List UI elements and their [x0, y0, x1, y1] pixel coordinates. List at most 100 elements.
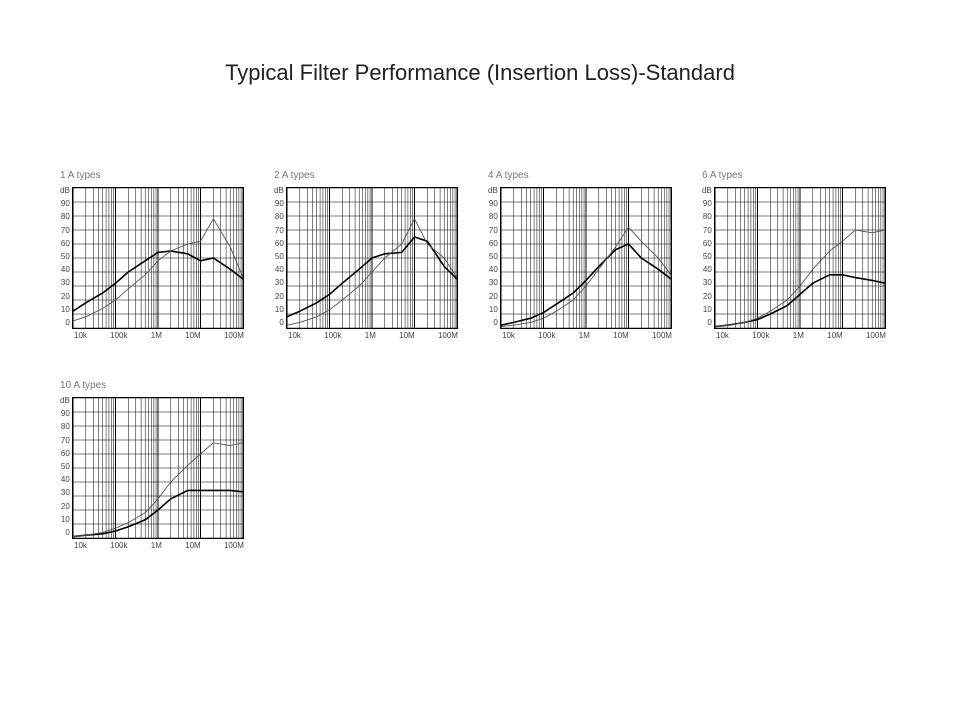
y-axis-ticks: dB 90 80 70 60 50 40 30 20 10 0: [274, 187, 284, 327]
chart-panel: 2 A types dB 90 80 70 60 50 40 30 20 10 0 10k 100k 1M 1…: [274, 170, 458, 340]
y-tick: 40: [60, 266, 70, 274]
y-tick: 30: [60, 489, 70, 497]
x-axis-ticks: 10k 100k 1M 10M 100M: [74, 541, 244, 550]
y-tick: 0: [488, 319, 498, 327]
y-tick: 10: [60, 516, 70, 524]
x-tick: 100M: [652, 331, 672, 340]
chart-panel: 4 A typesdB908070605040302010010k100k1M1…: [488, 170, 672, 340]
x-tick: 100k: [752, 331, 769, 340]
y-axis-ticks: dB9080706050403020100: [60, 187, 70, 327]
y-tick: 0: [702, 319, 712, 327]
x-axis-ticks: 10k 100k 1M 10M 100M: [502, 331, 672, 340]
y-tick: 10: [274, 306, 284, 314]
chart-plot: [72, 187, 244, 329]
charts-row-1: 1 A typesdB908070605040302010010k100k1M1…: [60, 170, 886, 340]
y-tick: 20: [702, 293, 712, 301]
y-tick: 20: [274, 293, 284, 301]
y-tick: 50: [488, 253, 498, 261]
x-tick: 10k: [288, 331, 301, 340]
y-tick: 80: [60, 213, 70, 221]
y-tick: 80: [274, 213, 284, 221]
y-tick: 30: [60, 279, 70, 287]
chart-panel: 1 A typesdB908070605040302010010k100k1M1…: [60, 170, 244, 340]
x-tick: 10M: [613, 331, 629, 340]
x-tick: 10k: [716, 331, 729, 340]
y-tick: 70: [60, 437, 70, 445]
charts-row-2: 10 A typesdB908070605040302010010k100k1M…: [60, 380, 886, 550]
x-tick: 10M: [399, 331, 415, 340]
y-tick: 30: [702, 279, 712, 287]
y-tick: dB: [274, 187, 284, 195]
x-tick: 1M: [579, 331, 590, 340]
x-axis-ticks: 10k 100k 1M 10M 100M: [716, 331, 886, 340]
y-tick: 60: [488, 240, 498, 248]
y-tick: 70: [274, 227, 284, 235]
x-tick: 1M: [365, 331, 376, 340]
x-tick: 100M: [224, 541, 244, 550]
y-tick: 50: [60, 253, 70, 261]
y-tick: 90: [60, 200, 70, 208]
chart-subtitle: 4 A types: [488, 170, 672, 181]
chart-plot: [714, 187, 886, 329]
y-tick: 50: [274, 253, 284, 261]
x-tick: 10k: [74, 541, 87, 550]
chart-panel: 10 A typesdB908070605040302010010k100k1M…: [60, 380, 244, 550]
x-tick: 100k: [110, 541, 127, 550]
page-title: Typical Filter Performance (Insertion Lo…: [0, 60, 960, 86]
x-axis-ticks: 10k100k1M10M100M: [288, 331, 458, 340]
chart-plot: [500, 187, 672, 329]
y-tick: 80: [488, 213, 498, 221]
y-tick: 50: [60, 463, 70, 471]
y-tick: 20: [488, 293, 498, 301]
x-tick: 1M: [151, 331, 162, 340]
y-tick: 90: [60, 410, 70, 418]
x-axis-ticks: 10k 100k 1M 10M 100M: [74, 331, 244, 340]
y-tick: 40: [702, 266, 712, 274]
y-tick: 10: [702, 306, 712, 314]
x-tick: 100k: [110, 331, 127, 340]
y-tick: 90: [488, 200, 498, 208]
chart-subtitle: 10 A types: [60, 380, 244, 391]
chart-plot: [286, 187, 458, 329]
y-tick: dB: [60, 187, 70, 195]
y-tick: 90: [274, 200, 284, 208]
y-axis-ticks: dB9080706050403020100: [488, 187, 498, 327]
y-tick: 40: [274, 266, 284, 274]
x-tick: 100M: [224, 331, 244, 340]
x-tick: 10M: [827, 331, 843, 340]
chart-panel: 6 A typesdB908070605040302010010k100k1M1…: [702, 170, 886, 340]
y-axis-ticks: dB9080706050403020100: [60, 397, 70, 537]
x-tick: 100k: [324, 331, 341, 340]
y-tick: 80: [702, 213, 712, 221]
chart-subtitle: 2 A types: [274, 170, 458, 181]
y-tick: 40: [488, 266, 498, 274]
chart-subtitle: 1 A types: [60, 170, 244, 181]
y-tick: 70: [488, 227, 498, 235]
y-tick: 0: [60, 529, 70, 537]
x-tick: 10k: [74, 331, 87, 340]
y-tick: 0: [274, 319, 284, 327]
x-tick: 1M: [151, 541, 162, 550]
x-tick: 10M: [185, 331, 201, 340]
x-tick: 10k: [502, 331, 515, 340]
chart-plot: [72, 397, 244, 539]
y-tick: 10: [488, 306, 498, 314]
y-tick: 60: [60, 450, 70, 458]
y-tick: 30: [274, 279, 284, 287]
y-axis-ticks: dB9080706050403020100: [702, 187, 712, 327]
x-tick: 100M: [866, 331, 886, 340]
x-tick: 1M: [793, 331, 804, 340]
x-tick: 100k: [538, 331, 555, 340]
y-tick: dB: [60, 397, 70, 405]
charts-container: 1 A typesdB908070605040302010010k100k1M1…: [60, 170, 886, 590]
y-tick: 80: [60, 423, 70, 431]
y-tick: 90: [702, 200, 712, 208]
y-tick: dB: [702, 187, 712, 195]
y-tick: 70: [702, 227, 712, 235]
y-tick: 60: [274, 240, 284, 248]
y-tick: 50: [702, 253, 712, 261]
y-tick: 60: [60, 240, 70, 248]
x-tick: 10M: [185, 541, 201, 550]
y-tick: dB: [488, 187, 498, 195]
y-tick: 70: [60, 227, 70, 235]
